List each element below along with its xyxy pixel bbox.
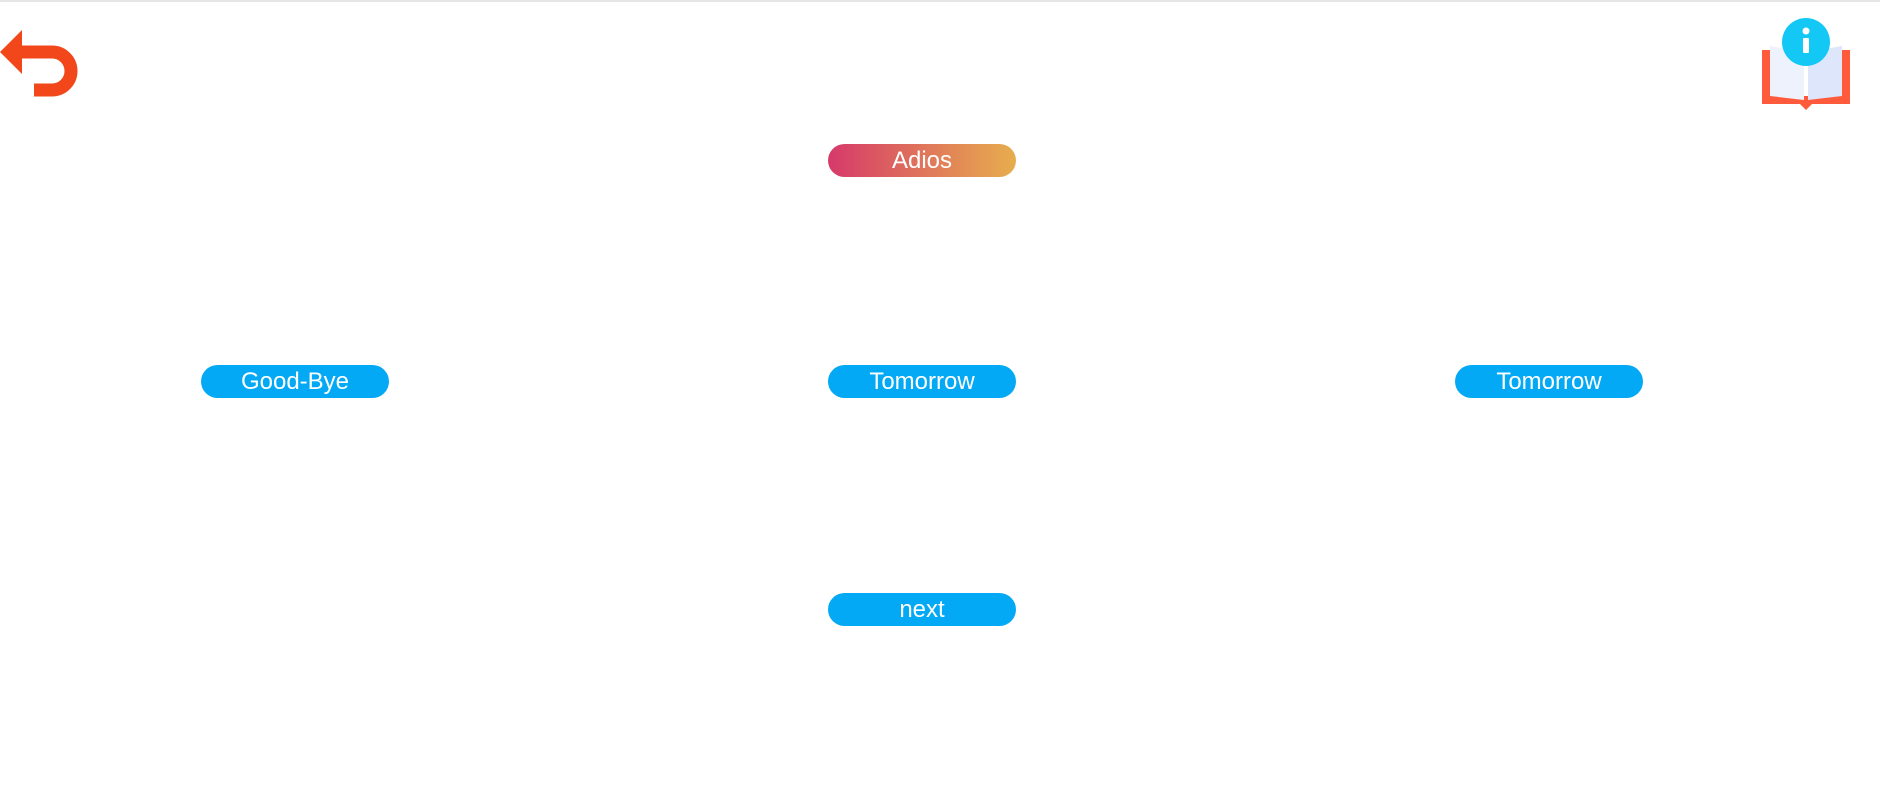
choice-button-3[interactable]: Tomorrow [1455, 365, 1643, 398]
info-book-icon[interactable] [1758, 16, 1854, 112]
next-button[interactable]: next [828, 593, 1016, 626]
back-arrow-icon[interactable] [0, 28, 86, 102]
choice-button-2[interactable]: Tomorrow [828, 365, 1016, 398]
choice-button-1[interactable]: Good-Bye [201, 365, 389, 398]
top-divider [0, 0, 1880, 2]
prompt-word: Adios [828, 144, 1016, 177]
